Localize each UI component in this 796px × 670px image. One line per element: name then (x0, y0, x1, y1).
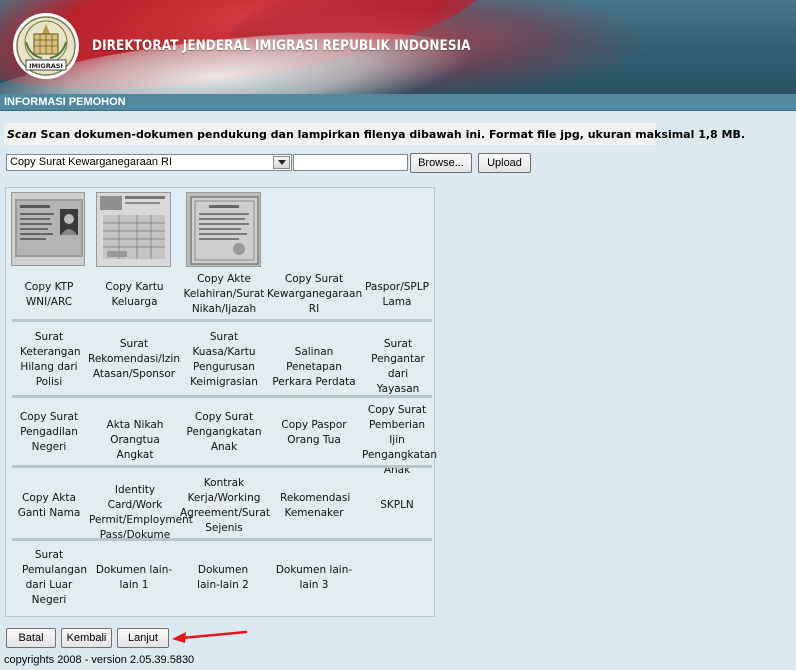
doc-cell-surat-pengantar[interactable]: Surat Pengantar dari Yayasan (364, 337, 432, 397)
back-button[interactable]: Kembali (61, 628, 112, 648)
logo-text: IMIGRASI (29, 62, 63, 70)
doc-cell-identity-card[interactable]: Identity Card/Work Permit/Employment Pas… (89, 483, 193, 543)
akte-thumbnail[interactable] (186, 192, 261, 267)
file-path-input[interactable] (293, 154, 408, 171)
browse-button[interactable]: Browse... (410, 153, 472, 173)
footer-copyright: copyrights 2008 - version 2.05.39.5830 (4, 654, 195, 666)
upload-button[interactable]: Upload (478, 153, 531, 173)
row-divider (12, 319, 432, 322)
chevron-down-icon[interactable] (273, 156, 290, 169)
doc-cell-copy-surat-kewarganegaraan[interactable]: Copy Surat Kewarganegaraan RI (267, 272, 362, 317)
imigrasi-logo-icon: IMIGRASI (13, 13, 79, 79)
document-type-select[interactable]: Copy Surat Kewarganegaraan RI (6, 154, 292, 171)
doc-cell-dokumen-lain-1[interactable]: Dokumen lain-lain 1 (90, 563, 178, 593)
doc-cell-copy-surat-pengangkatan[interactable]: Copy Surat Pengangkatan Anak (182, 410, 266, 455)
cancel-button[interactable]: Batal (6, 628, 56, 648)
instruction-body: Scan dokumen-dokumen pendukung dan lampi… (36, 128, 746, 141)
next-button[interactable]: Lanjut (117, 628, 169, 648)
instruction-text: Scan Scan dokumen-dokumen pendukung dan … (4, 123, 745, 145)
document-type-selected: Copy Surat Kewarganegaraan RI (10, 156, 173, 168)
section-title: INFORMASI PEMOHON (4, 96, 126, 108)
doc-cell-copy-akte[interactable]: Copy Akte Kelahiran/Surat Nikah/Ijazah (179, 272, 269, 317)
section-header: INFORMASI PEMOHON (0, 94, 796, 111)
doc-cell-skpln[interactable]: SKPLN (362, 498, 432, 513)
page-title: DIREKTORAT JENDERAL IMIGRASI REPUBLIK IN… (92, 38, 471, 54)
row-divider (12, 395, 432, 398)
doc-cell-copy-ktp[interactable]: Copy KTP WNI/ARC (6, 280, 92, 310)
doc-cell-copy-surat-pengadilan[interactable]: Copy Surat Pengadilan Negeri (6, 410, 92, 455)
doc-cell-copy-kartu-keluarga[interactable]: Copy Kartu Keluarga (92, 280, 177, 310)
doc-cell-surat-kuasa[interactable]: Surat Kuasa/Kartu Pengurusan Keimigrasia… (182, 330, 266, 390)
doc-cell-copy-paspor-orang-tua[interactable]: Copy Paspor Orang Tua (268, 418, 360, 448)
ktp-thumbnail[interactable] (11, 192, 85, 266)
row-divider (12, 465, 432, 468)
doc-cell-copy-akta-ganti-nama[interactable]: Copy Akta Ganti Nama (6, 491, 92, 521)
doc-cell-rekomendasi-kemenaker[interactable]: Rekomendasi Kemenaker (268, 491, 360, 521)
kartu-keluarga-thumbnail[interactable] (96, 192, 171, 267)
doc-cell-dokumen-lain-3[interactable]: Dokumen lain-lain 3 (268, 563, 360, 593)
doc-cell-kontrak-kerja[interactable]: Kontrak Kerja/Working Agreement/Surat Se… (180, 476, 270, 536)
doc-cell-paspor-splp[interactable]: Paspor/SPLP Lama (361, 280, 433, 310)
doc-cell-salinan-penetapan[interactable]: Salinan Penetapan Perkara Perdata (266, 345, 362, 390)
instruction-emphasis: Scan (7, 128, 37, 141)
doc-cell-dokumen-lain-2[interactable]: Dokumen lain-lain 2 (180, 563, 266, 593)
doc-cell-surat-keterangan-hilang[interactable]: Surat Keterangan Hilang dari Polisi (6, 330, 92, 390)
doc-cell-surat-rekomendasi[interactable]: Surat Rekomendasi/Izin Atasan/Sponsor (88, 337, 180, 382)
header-banner: IMIGRASI DIREKTORAT JENDERAL IMIGRASI RE… (0, 0, 796, 94)
doc-cell-surat-pemulangan[interactable]: Surat Pemulangan dari Luar Negeri (6, 548, 92, 608)
annotation-arrow-icon (172, 630, 248, 643)
row-divider (12, 538, 432, 541)
doc-cell-akta-nikah-orangtua[interactable]: Akta Nikah Orangtua Angkat (92, 418, 178, 463)
document-grid: Copy KTP WNI/ARC Copy Kartu Keluarga Cop… (5, 187, 437, 617)
